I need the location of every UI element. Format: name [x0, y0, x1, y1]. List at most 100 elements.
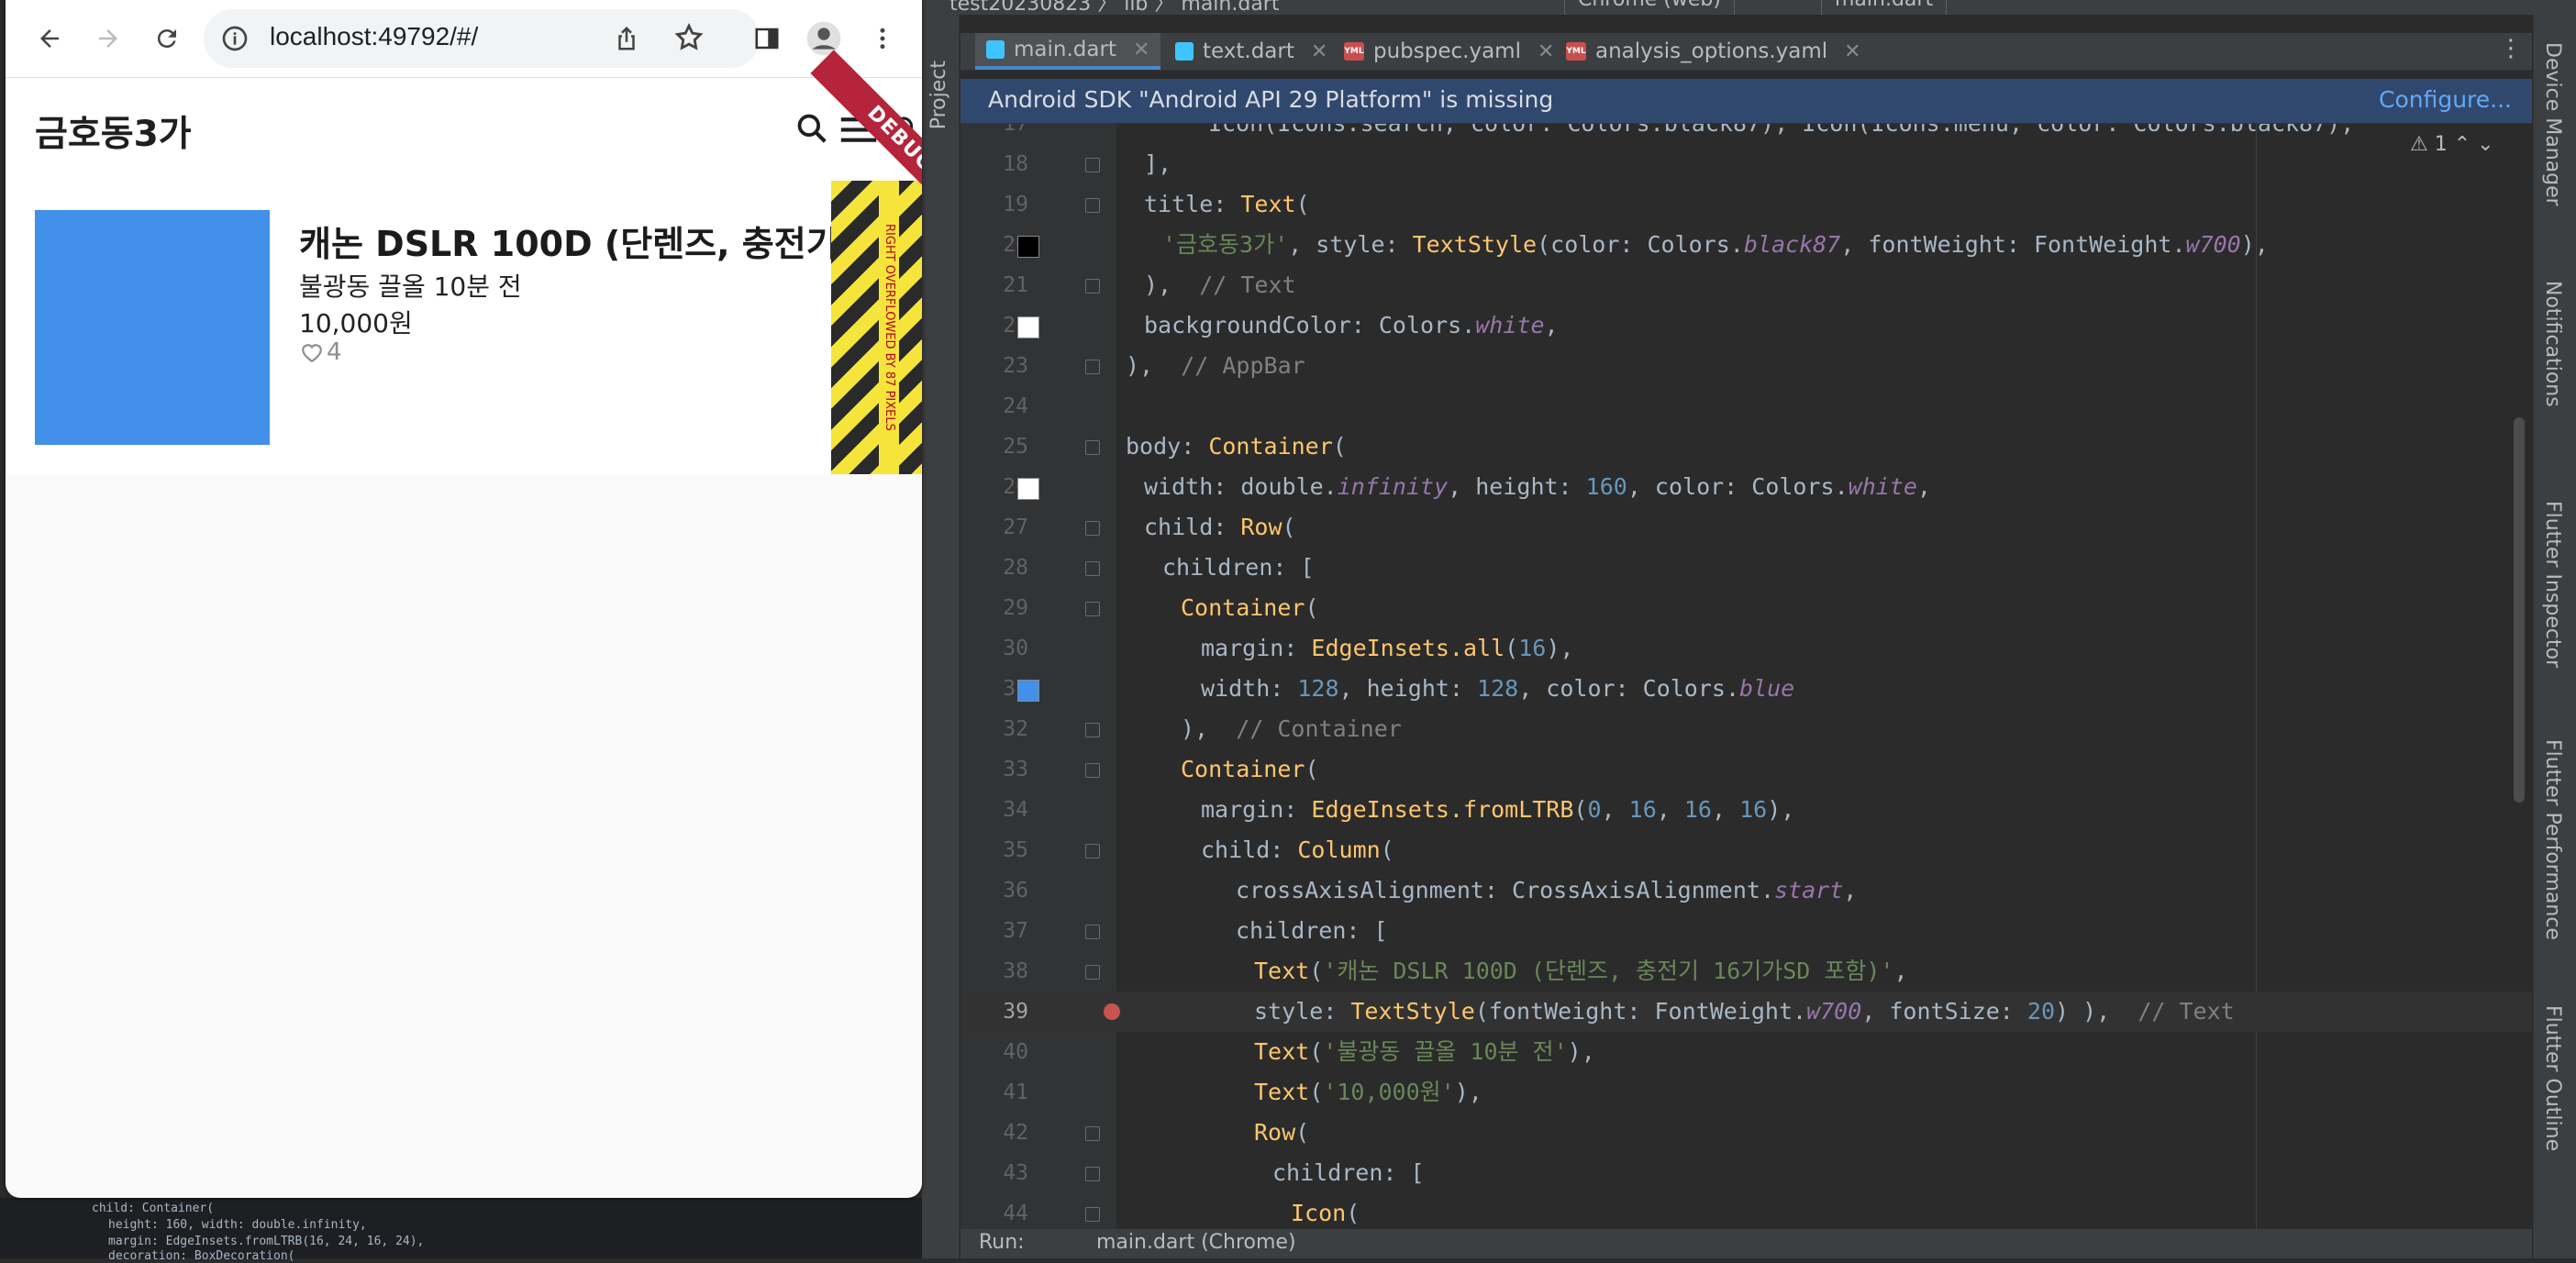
close-icon[interactable]: ✕ — [1844, 40, 1860, 63]
fold-icon[interactable] — [1085, 844, 1100, 859]
run-toolbar: Run: main.dart (Chrome) — [960, 1229, 2532, 1258]
code-line: 20 '금호동3가', style: TextStyle(color: Colo… — [1003, 231, 2269, 258]
product-price: 10,000원 — [299, 308, 413, 338]
close-icon[interactable]: ✕ — [1311, 40, 1327, 63]
star-icon[interactable] — [673, 22, 705, 53]
app-bar: 금호동3가 — [6, 78, 922, 181]
run-label: Run: — [979, 1231, 1025, 1254]
project-tool-button[interactable]: Project — [927, 61, 950, 129]
fold-icon[interactable] — [1085, 602, 1100, 616]
code-line: 24 — [1003, 394, 1028, 418]
color-swatch[interactable] — [1017, 478, 1039, 500]
code-line: 23 ), // AppBar — [1003, 352, 1305, 379]
fold-icon[interactable] — [1085, 279, 1100, 294]
code-line: 36 crossAxisAlignment: CrossAxisAlignmen… — [1003, 877, 1858, 903]
tab-text-dart[interactable]: text.dart ✕ — [1164, 33, 1338, 70]
product-card[interactable]: 캐논 DSLR 100D (단렌즈, 충전기 16기가SD 포함) 불광동 끌올… — [6, 181, 922, 474]
error-icon[interactable] — [1104, 1003, 1120, 1020]
code-line: 27 child: Row( — [1003, 514, 1296, 540]
fold-icon[interactable] — [1085, 763, 1100, 778]
code-line: 18 ], — [1003, 150, 1172, 177]
search-icon[interactable] — [794, 111, 829, 146]
flutter-outline-button[interactable]: Flutter Outline — [2541, 1005, 2564, 1151]
tab-main-dart[interactable]: main.dart ✕ — [975, 33, 1161, 70]
share-icon[interactable] — [613, 24, 640, 53]
info-icon[interactable] — [220, 24, 250, 53]
code-line: 17 Icon(Icons.search, color: Colors.blac… — [1003, 124, 2354, 137]
configure-link[interactable]: Configure... — [2379, 86, 2512, 113]
code-line: 19 title: Text( — [1003, 191, 1310, 217]
more-icon[interactable] — [861, 17, 905, 61]
fold-icon[interactable] — [1085, 521, 1100, 536]
fold-icon[interactable] — [1085, 1207, 1100, 1222]
ide-navbar: test20230823 〉 lib 〉 main.dart Chrome (w… — [922, 0, 2576, 15]
code-line: 25 body: Container( — [1003, 433, 1347, 460]
code-line: 35 child: Column( — [1003, 836, 1394, 863]
device-manager-button[interactable]: Device Manager — [2541, 42, 2564, 206]
profile-icon[interactable] — [802, 17, 846, 61]
code-line: 22 backgroundColor: Colors.white, — [1003, 312, 1559, 338]
fold-icon[interactable] — [1085, 561, 1100, 576]
fold-icon[interactable] — [1085, 440, 1100, 455]
close-icon[interactable]: ✕ — [1538, 40, 1554, 63]
fold-icon[interactable] — [1085, 723, 1100, 737]
back-icon[interactable] — [28, 17, 72, 61]
code-line: 42 Row( — [1003, 1119, 1310, 1146]
tab-label: main.dart — [1014, 38, 1116, 61]
run-config-tab[interactable]: main.dart (Chrome) — [1096, 1231, 1296, 1254]
fold-icon[interactable] — [1085, 1167, 1100, 1181]
fold-icon[interactable] — [1085, 158, 1100, 172]
code-line: 29 Container( — [1003, 594, 1319, 621]
overflow-indicator: RIGHT OVERFLOWED BY 87 PIXELS — [831, 181, 922, 474]
fold-icon[interactable] — [1085, 925, 1100, 939]
sidepanel-icon[interactable] — [745, 17, 789, 61]
more-tabs-icon[interactable]: ⋮ — [2499, 35, 2523, 62]
bg-code-line: child: Container( — [92, 1202, 215, 1215]
app-title: 금호동3가 — [35, 114, 192, 155]
tab-label: text.dart — [1203, 39, 1294, 63]
color-swatch[interactable] — [1017, 680, 1039, 702]
code-line: 41 Text('10,000원'), — [1003, 1079, 1482, 1105]
forward-icon[interactable] — [86, 17, 130, 61]
product-thumbnail — [35, 210, 270, 445]
bg-code-line: height: 160, width: double.infinity, — [108, 1218, 367, 1232]
run-config-file[interactable]: main.dart — [1821, 0, 1948, 15]
dart-file-icon — [986, 40, 1005, 59]
yaml-file-icon: YML — [1566, 42, 1586, 61]
code-line: 30 margin: EdgeInsets.all(16), — [1003, 635, 1574, 661]
fold-icon[interactable] — [1085, 198, 1100, 213]
close-icon[interactable]: ✕ — [1133, 39, 1149, 61]
dart-file-icon — [1175, 42, 1194, 61]
fold-icon[interactable] — [1085, 1126, 1100, 1141]
run-config-device[interactable]: Chrome (web) — [1564, 0, 1735, 15]
code-line: 34 margin: EdgeInsets.fromLTRB(0, 16, 16… — [1003, 796, 1795, 823]
code-line: 43 children: [ — [1003, 1159, 1425, 1186]
product-name: 캐논 DSLR 100D (단렌즈, 충전기 16기가SD 포함) — [299, 224, 922, 264]
breadcrumb[interactable]: test20230823 〉 lib 〉 main.dart — [949, 0, 1279, 15]
code-line: 38 Text('캐논 DSLR 100D (단렌즈, 충전기 16기가SD 포… — [1003, 958, 1908, 984]
product-location: 불광동 끌올 10분 전 — [299, 271, 522, 302]
flutter-performance-button[interactable]: Flutter Performance — [2541, 739, 2564, 940]
notifications-button[interactable]: Notifications — [2541, 281, 2564, 407]
color-swatch[interactable] — [1017, 316, 1039, 338]
flutter-inspector-button[interactable]: Flutter Inspector — [2541, 501, 2564, 668]
fold-icon[interactable] — [1085, 965, 1100, 980]
url-text[interactable]: localhost:49792/#/ — [270, 22, 478, 51]
tab-pubspec-yaml[interactable]: YML pubspec.yaml ✕ — [1333, 33, 1565, 70]
background-editor: child: Container( height: 160, width: do… — [0, 1198, 922, 1263]
code-editor[interactable]: ⚠ 1 ⌃ ⌄ 17 Icon(Icons.search, color: Col… — [960, 124, 2532, 1229]
browser-toolbar: localhost:49792/#/ — [6, 0, 922, 78]
editor-tabs: main.dart ✕ text.dart ✕ YML pubspec.yaml… — [960, 33, 2532, 71]
color-swatch[interactable] — [1017, 236, 1039, 258]
reload-icon[interactable] — [145, 17, 189, 61]
code-line: 33 Container( — [1003, 756, 1319, 782]
code-line: 21 ), // Text — [1003, 271, 1296, 298]
code-line: 31 width: 128, height: 128, color: Color… — [1003, 675, 1795, 702]
tab-label: analysis_options.yaml — [1595, 39, 1828, 63]
fold-icon[interactable] — [1085, 360, 1100, 374]
code-line: 44 Icon( — [1003, 1200, 1360, 1226]
overflow-message: RIGHT OVERFLOWED BY 87 PIXELS — [879, 181, 899, 474]
heart-icon — [299, 341, 325, 363]
tab-analysis-options[interactable]: YML analysis_options.yaml ✕ — [1555, 33, 1872, 70]
address-bar[interactable]: localhost:49792/#/ — [204, 9, 760, 68]
